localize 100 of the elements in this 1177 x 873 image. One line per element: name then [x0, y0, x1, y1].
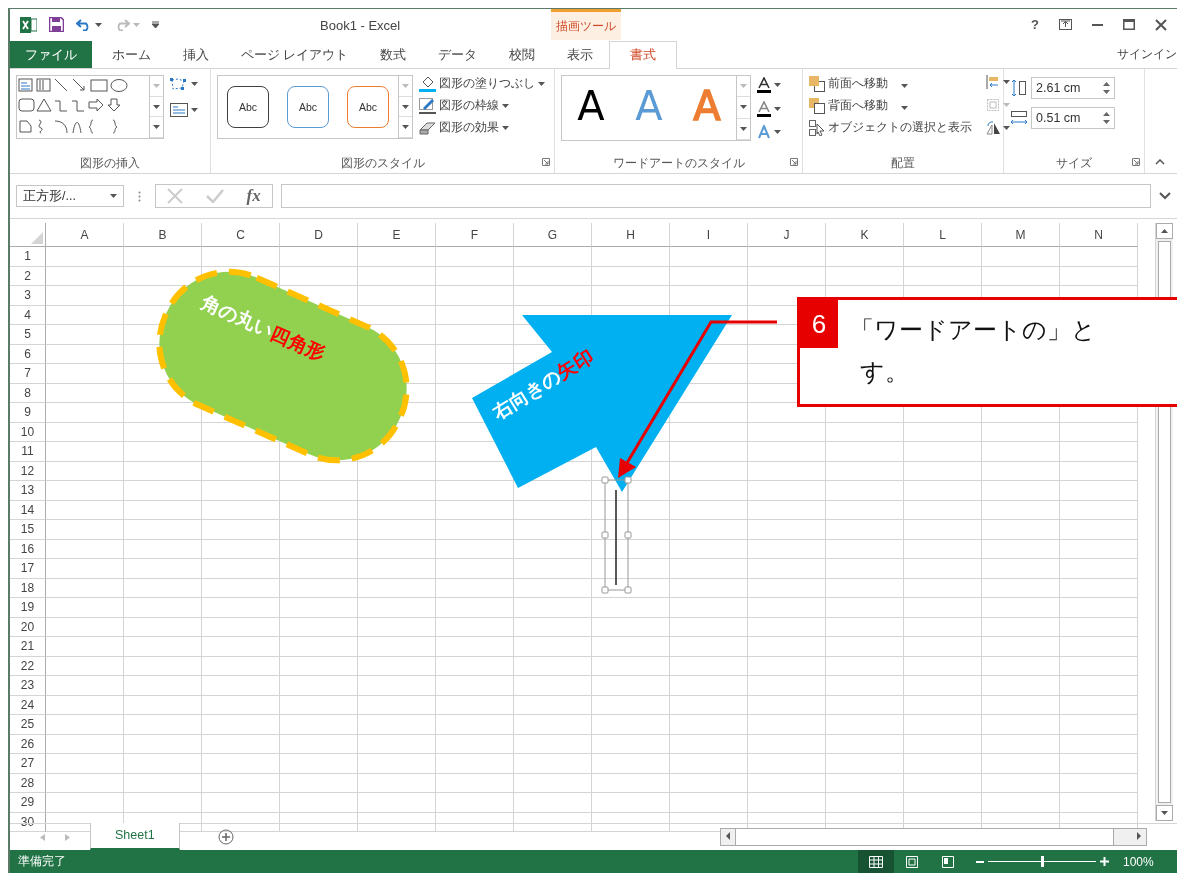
caret-icon[interactable]: [402, 104, 409, 109]
row-header[interactable]: 4: [10, 305, 46, 325]
ribbon-tab[interactable]: 書式: [609, 41, 678, 69]
ribbon-tab[interactable]: 校閲: [493, 41, 552, 68]
row-header[interactable]: 23: [10, 676, 46, 696]
column-header[interactable]: D: [280, 223, 358, 247]
column-header[interactable]: B: [124, 223, 202, 247]
text-box-icon[interactable]: [170, 103, 188, 117]
maximize-icon[interactable]: [1123, 19, 1135, 30]
row-header[interactable]: 21: [10, 637, 46, 657]
row-header[interactable]: 16: [10, 539, 46, 559]
shape-style-preset[interactable]: Abc: [287, 86, 329, 128]
caret-icon[interactable]: [110, 194, 117, 198]
column-header[interactable]: F: [436, 223, 514, 247]
minimize-icon[interactable]: [1092, 23, 1103, 26]
row-header[interactable]: 17: [10, 559, 46, 579]
selected-text-box[interactable]: [601, 476, 632, 594]
row-header[interactable]: 29: [10, 793, 46, 813]
zoom-in-icon[interactable]: [1100, 857, 1109, 866]
text-outline-icon[interactable]: [757, 101, 771, 117]
row-header[interactable]: 15: [10, 520, 46, 540]
shape-style-preset[interactable]: Abc: [347, 86, 389, 128]
ribbon-tab[interactable]: ページ レイアウト: [225, 41, 365, 68]
column-header[interactable]: H: [592, 223, 670, 247]
row-header[interactable]: 5: [10, 325, 46, 345]
ribbon-tab[interactable]: 数式: [364, 41, 423, 68]
help-button[interactable]: ?: [1031, 17, 1039, 32]
row-header[interactable]: 6: [10, 344, 46, 364]
expand-icon[interactable]: [1159, 192, 1171, 200]
arrange-command[interactable]: 前面へ移動: [809, 75, 972, 92]
height-field[interactable]: 2.61 cm: [1031, 77, 1115, 99]
column-header[interactable]: E: [358, 223, 436, 247]
formula-field[interactable]: [281, 184, 1151, 208]
launcher-icon[interactable]: [542, 158, 550, 166]
row-header[interactable]: 2: [10, 266, 46, 286]
row-header[interactable]: 1: [10, 247, 46, 267]
column-header[interactable]: N: [1060, 223, 1138, 247]
spreadsheet-icon[interactable]: [20, 16, 37, 33]
row-header[interactable]: 7: [10, 364, 46, 384]
arrange-command[interactable]: 背面へ移動: [809, 97, 972, 114]
column-header[interactable]: A: [46, 223, 124, 247]
row-header[interactable]: 20: [10, 617, 46, 637]
ribbon-tab[interactable]: データ: [422, 41, 494, 68]
caret-icon[interactable]: [95, 22, 102, 27]
row-header[interactable]: 26: [10, 734, 46, 754]
launcher-icon[interactable]: [1132, 158, 1140, 166]
row-header[interactable]: 24: [10, 695, 46, 715]
view-button[interactable]: [858, 850, 894, 873]
caret-icon[interactable]: [740, 126, 747, 131]
caret-icon[interactable]: [901, 83, 908, 88]
width-field[interactable]: 0.51 cm: [1031, 107, 1115, 129]
zoom-level[interactable]: 100%: [1123, 854, 1163, 869]
row-header[interactable]: 28: [10, 773, 46, 793]
row-header[interactable]: 10: [10, 422, 46, 442]
collapse-ribbon-icon[interactable]: [1155, 159, 1165, 165]
shape-format-command[interactable]: 図形の枠線: [419, 97, 545, 114]
ribbon-tab[interactable]: ファイル: [10, 41, 92, 68]
row-header[interactable]: 25: [10, 715, 46, 735]
row-header[interactable]: 13: [10, 481, 46, 501]
caret-icon[interactable]: [502, 125, 509, 130]
row-header[interactable]: 14: [10, 500, 46, 520]
ribbon-tab[interactable]: 挿入: [167, 41, 225, 68]
caret-icon[interactable]: [538, 81, 545, 86]
text-fill-icon[interactable]: [757, 77, 771, 93]
ribbon-tab[interactable]: ホーム: [96, 41, 167, 68]
shape-gallery[interactable]: [16, 75, 164, 139]
name-box[interactable]: 正方形/...: [16, 185, 124, 207]
launcher-icon[interactable]: [790, 158, 798, 166]
column-header[interactable]: I: [670, 223, 748, 247]
insert-function-button[interactable]: fx: [246, 186, 261, 206]
ribbon-display-icon[interactable]: [1059, 19, 1072, 30]
row-header[interactable]: 11: [10, 442, 46, 462]
caret-icon[interactable]: [774, 107, 781, 111]
customize-icon[interactable]: [152, 21, 159, 28]
close-icon[interactable]: [1155, 18, 1167, 31]
row-header[interactable]: 8: [10, 383, 46, 403]
caret-icon[interactable]: [901, 105, 908, 110]
row-header[interactable]: 9: [10, 403, 46, 423]
ribbon-tab[interactable]: 表示: [551, 41, 610, 68]
shape-format-command[interactable]: 図形の効果: [419, 119, 545, 136]
horizontal-scrollbar[interactable]: [720, 828, 1147, 846]
caret-icon[interactable]: [740, 105, 747, 110]
caret-icon[interactable]: [774, 130, 781, 134]
row-header[interactable]: 19: [10, 598, 46, 618]
caret-icon[interactable]: [153, 104, 160, 109]
row-header[interactable]: 27: [10, 754, 46, 774]
caret-icon[interactable]: [191, 108, 198, 112]
spinner-icon[interactable]: [1103, 112, 1110, 124]
row-header[interactable]: 12: [10, 461, 46, 481]
column-header[interactable]: C: [202, 223, 280, 247]
caret-icon[interactable]: [402, 125, 409, 130]
sheet-tab[interactable]: Sheet1: [90, 822, 180, 850]
shape-style-preset[interactable]: Abc: [227, 86, 269, 128]
column-header[interactable]: K: [826, 223, 904, 247]
wordart-preset[interactable]: A: [562, 76, 620, 140]
column-header[interactable]: J: [748, 223, 826, 247]
scroll-down-icon[interactable]: [1161, 811, 1168, 815]
column-header[interactable]: L: [904, 223, 982, 247]
save-icon[interactable]: [49, 17, 64, 32]
caret-icon[interactable]: [1003, 126, 1010, 130]
